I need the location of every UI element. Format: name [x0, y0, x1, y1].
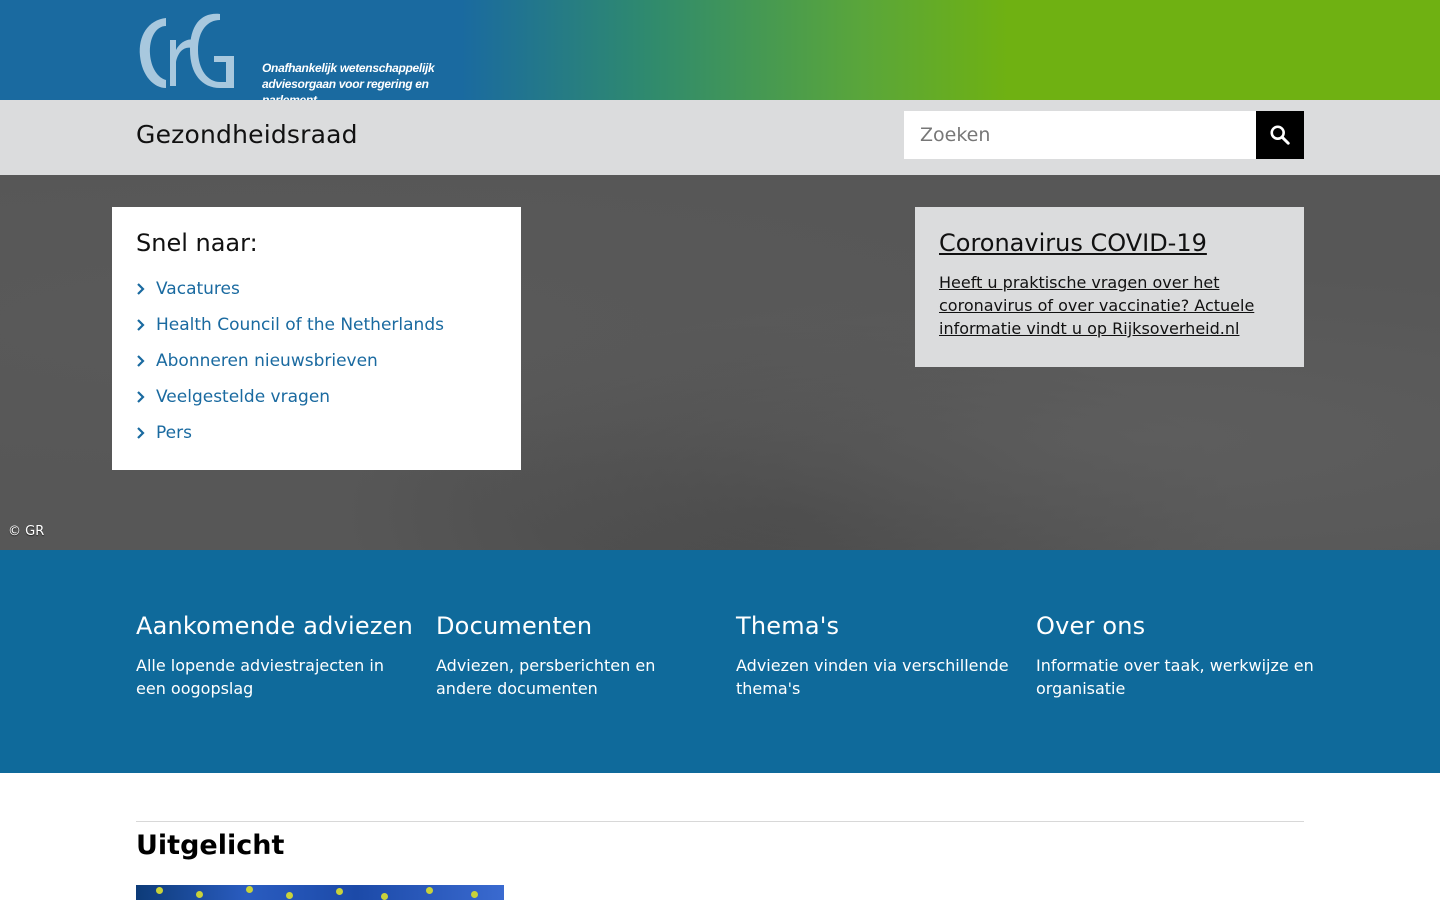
section-nav: Aankomende adviezen Alle lopende adviest… [0, 550, 1440, 773]
quick-link-health-council[interactable]: Health Council of the Netherlands [136, 307, 497, 343]
image-detail [381, 893, 388, 900]
quick-link-veelgestelde-vragen[interactable]: Veelgestelde vragen [136, 379, 497, 415]
quick-links-title: Snel naar: [136, 229, 258, 257]
quick-link-pers[interactable]: Pers [136, 415, 497, 451]
hero-section: Snel naar: Vacatures Health Council of t… [0, 175, 1440, 550]
nav-block-over-ons[interactable]: Over ons Informatie over taak, werkwijze… [1036, 612, 1316, 700]
nav-block-desc: Informatie over taak, werkwijze en organ… [1036, 656, 1314, 698]
title-bar: Gezondheidsraad [0, 100, 1440, 175]
featured-image[interactable] [136, 885, 504, 900]
quick-link-vacatures[interactable]: Vacatures [136, 271, 497, 307]
covid-panel: Coronavirus COVID-19 Heeft u praktische … [915, 207, 1304, 367]
quick-link-label: Pers [156, 423, 192, 443]
gr-logo-icon [139, 13, 234, 89]
image-detail [286, 892, 293, 899]
quick-link-label: Abonneren nieuwsbrieven [156, 351, 378, 371]
nav-block-title: Aankomende adviezen [136, 612, 413, 640]
nav-block-documenten[interactable]: Documenten Adviezen, persberichten en an… [436, 612, 716, 700]
quick-link-nieuwsbrieven[interactable]: Abonneren nieuwsbrieven [136, 343, 497, 379]
nav-block-title: Over ons [1036, 612, 1146, 640]
quick-links-list: Vacatures Health Council of the Netherla… [136, 271, 497, 451]
section-divider [136, 821, 1304, 822]
chevron-right-icon [136, 391, 156, 403]
image-detail [196, 891, 203, 898]
image-detail [336, 888, 343, 895]
nav-block-desc: Adviezen, persberichten en andere docume… [436, 656, 656, 698]
covid-title-link[interactable]: Coronavirus COVID-19 [939, 229, 1280, 257]
tagline-line1: Onafhankelijk wetenschappelijk [262, 61, 435, 75]
site-title[interactable]: Gezondheidsraad [136, 120, 358, 149]
nav-block-desc: Adviezen vinden via verschillende thema'… [736, 656, 1009, 698]
site-logo[interactable]: Onafhankelijk wetenschappelijk adviesorg… [136, 10, 476, 107]
quick-link-label: Health Council of the Netherlands [156, 315, 444, 335]
chevron-right-icon [136, 283, 156, 295]
image-detail [156, 887, 163, 894]
nav-block-title: Documenten [436, 612, 593, 640]
search-input[interactable] [904, 111, 1256, 159]
quick-link-label: Vacatures [156, 279, 240, 299]
covid-info-link[interactable]: Heeft u praktische vragen over het coron… [939, 271, 1280, 340]
featured-title: Uitgelicht [136, 830, 285, 861]
chevron-right-icon [136, 355, 156, 367]
chevron-right-icon [136, 427, 156, 439]
nav-block-desc: Alle lopende adviestrajecten in een oogo… [136, 656, 384, 698]
search-icon [1270, 125, 1290, 145]
image-detail [426, 887, 433, 894]
quick-link-label: Veelgestelde vragen [156, 387, 331, 407]
nav-block-aankomende-adviezen[interactable]: Aankomende adviezen Alle lopende adviest… [136, 612, 416, 700]
image-copyright: © GR [8, 524, 45, 539]
nav-block-title: Thema's [736, 612, 840, 640]
chevron-right-icon [136, 319, 156, 331]
quick-links-panel: Snel naar: Vacatures Health Council of t… [112, 207, 521, 470]
top-banner: Onafhankelijk wetenschappelijk adviesorg… [0, 0, 1440, 107]
image-detail [471, 891, 478, 898]
image-detail [246, 886, 253, 893]
search-button[interactable] [1256, 111, 1304, 159]
nav-block-themas[interactable]: Thema's Adviezen vinden via verschillend… [736, 612, 1016, 700]
